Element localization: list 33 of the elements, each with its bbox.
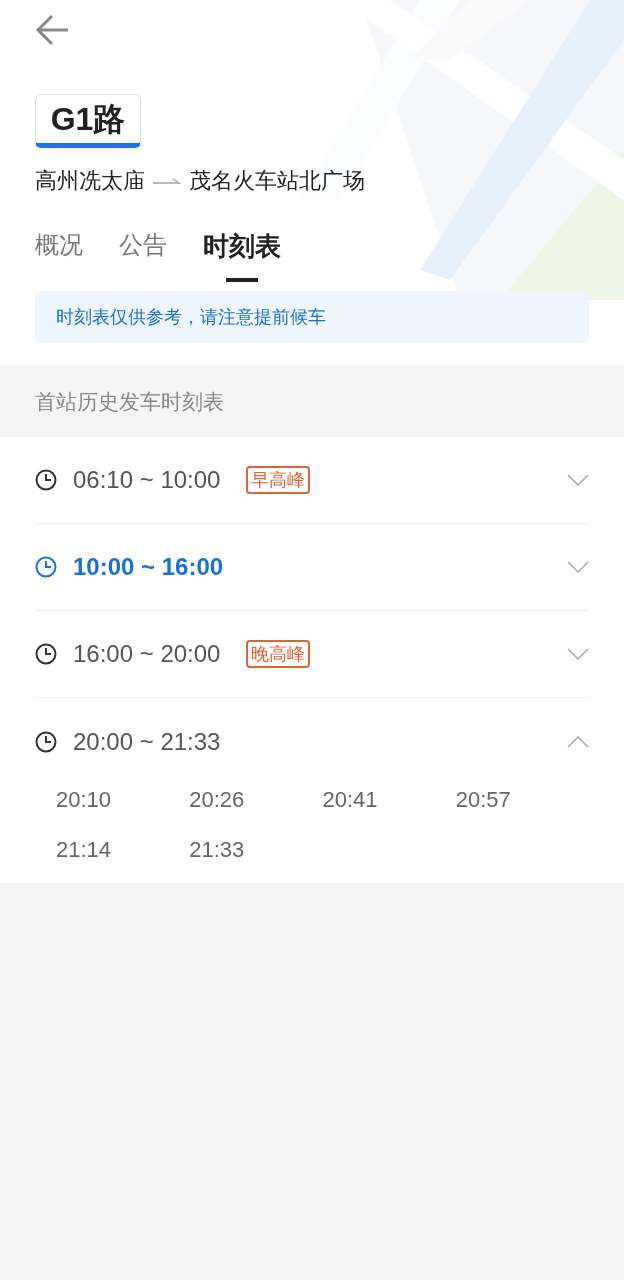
departure-time: 20:10 — [56, 786, 113, 814]
departure-time: 20:26 — [189, 786, 246, 814]
time-range: 10:00 ~ 16:00 — [73, 552, 224, 582]
period-row[interactable]: 20:00 ~ 21:33 — [35, 698, 589, 785]
time-range: 20:00 ~ 21:33 — [73, 726, 221, 757]
chevron-down-icon — [567, 648, 589, 660]
clock-icon — [35, 469, 57, 491]
chevron-down-icon — [567, 561, 589, 573]
peak-tag: 早高峰 — [246, 466, 311, 494]
period-row[interactable]: 16:00 ~ 20:00 晚高峰 — [35, 611, 589, 698]
clock-icon — [35, 556, 57, 578]
end-stop: 茂名火车站北广场 — [189, 167, 365, 195]
clock-icon — [35, 643, 57, 665]
section-title: 首站历史发车时刻表 — [35, 388, 224, 415]
chevron-down-icon — [567, 474, 589, 486]
departure-time: 21:33 — [189, 836, 246, 864]
time-range: 16:00 ~ 20:00 — [73, 639, 221, 669]
start-stop: 高州冼太庙 — [35, 167, 145, 195]
peak-tag: 晚高峰 — [246, 640, 311, 668]
notice-banner: 时刻表仅供参考，请注意提前候车 — [35, 291, 589, 343]
chevron-up-icon — [567, 735, 589, 748]
departure-time: 20:41 — [322, 786, 379, 814]
departure-time: 21:14 — [56, 836, 113, 864]
period-row[interactable]: 06:10 ~ 10:00 早高峰 — [35, 437, 589, 524]
period-row[interactable]: 10:00 ~ 16:00 — [35, 524, 589, 611]
tab[interactable]: 概况 — [35, 227, 83, 279]
time-range: 06:10 ~ 10:00 — [73, 465, 221, 495]
tab[interactable]: 时刻表 — [203, 227, 281, 282]
tab[interactable]: 公告 — [119, 227, 167, 279]
departure-time: 20:57 — [455, 786, 512, 814]
route-badge: G1路 — [35, 94, 141, 148]
back-arrow-icon[interactable] — [35, 12, 71, 48]
clock-icon — [35, 730, 57, 753]
